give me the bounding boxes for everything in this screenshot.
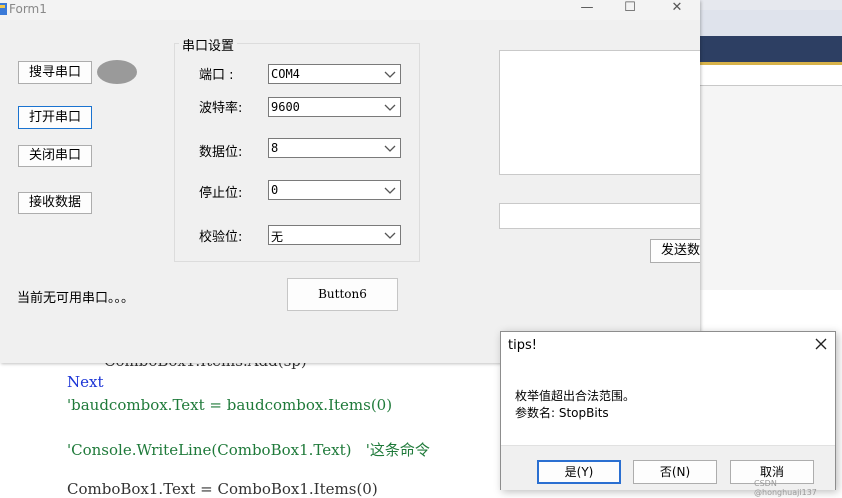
button6[interactable]: Button6 [287, 278, 398, 311]
stop-bits-combobox[interactable]: 0 [268, 180, 401, 200]
ide-background [700, 0, 842, 290]
open-port-button[interactable]: 打开串口 [18, 106, 92, 129]
dialog-message: 枚举值超出合法范围。 [515, 389, 636, 403]
chevron-down-icon [384, 104, 396, 111]
watermark: CSDN @honghuaji137 [754, 479, 817, 497]
search-ports-button[interactable]: 搜寻串口 [18, 61, 92, 84]
data-bits-combobox[interactable]: 8 [268, 138, 401, 158]
yes-button[interactable]: 是(Y) [537, 460, 621, 484]
ide-subheader [700, 65, 842, 86]
code-line: 'Console.WriteLine(ComboBox1.Text) '这条命令 [67, 441, 430, 459]
code-line: 'baudcombox.Text = baudcombox.Items(0) [67, 396, 393, 414]
baud-rate-value: 9600 [271, 100, 300, 114]
close-port-label: 关闭串口 [28, 148, 81, 163]
port-combobox[interactable]: COM4 [268, 64, 401, 84]
port-value: COM4 [271, 67, 300, 81]
receive-data-button[interactable]: 接收数据 [18, 192, 92, 214]
chevron-down-icon [384, 145, 396, 152]
send-textbox[interactable] [499, 203, 700, 229]
receive-textbox[interactable] [499, 50, 700, 175]
chevron-down-icon [384, 71, 396, 78]
baud-rate-combobox[interactable]: 9600 [268, 97, 401, 117]
tips-dialog: tips! 枚举值超出合法范围。 参数名: StopBits 是(Y) 否(N)… [500, 331, 836, 490]
ide-pane [700, 86, 842, 290]
window-title: Form1 [9, 2, 47, 16]
baud-rate-label: 波特率: [199, 101, 243, 116]
app-icon [0, 3, 7, 15]
stop-bits-label: 停止位: [199, 186, 243, 201]
close-port-button[interactable]: 关闭串口 [18, 145, 92, 167]
data-bits-label: 数据位: [199, 145, 243, 160]
chevron-down-icon [384, 232, 396, 239]
data-bits-value: 8 [271, 141, 279, 155]
dialog-title: tips! [508, 338, 537, 353]
form1-window: Form1 — ☐ ✕ 搜寻串口 打开串口 关闭串口 接收数据 串口设置 端口 … [0, 0, 700, 363]
button6-label: Button6 [318, 287, 367, 301]
code-line: Next [67, 373, 104, 391]
maximize-button[interactable]: ☐ [607, 0, 653, 20]
parity-value: 无 [271, 230, 284, 244]
status-message: 当前无可用串口。。。 [17, 291, 135, 306]
send-data-label: 发送数据 [661, 243, 700, 258]
port-status-indicator [97, 60, 137, 84]
search-ports-label: 搜寻串口 [28, 65, 81, 80]
port-label: 端口 : [199, 68, 234, 83]
close-window-button[interactable]: ✕ [654, 0, 700, 20]
groupbox-title: 串口设置 [179, 35, 238, 54]
ide-title-strip [700, 0, 842, 10]
dialog-parameter: 参数名: StopBits [515, 406, 609, 420]
ide-navbar [700, 36, 842, 62]
open-port-label: 打开串口 [28, 110, 81, 125]
chevron-down-icon [384, 187, 396, 194]
ide-menu-strip [700, 10, 842, 36]
code-line: ComboBox1.Text = ComboBox1.Items(0) [67, 480, 378, 498]
receive-data-label: 接收数据 [28, 195, 81, 210]
minimize-button[interactable]: — [564, 0, 610, 20]
no-button[interactable]: 否(N) [633, 460, 717, 484]
close-icon[interactable] [813, 336, 829, 352]
stop-bits-value: 0 [271, 183, 279, 197]
send-data-button[interactable]: 发送数据 [650, 239, 700, 263]
title-bar[interactable]: Form1 — ☐ ✕ [0, 0, 700, 20]
parity-combobox[interactable]: 无 [268, 225, 401, 245]
parity-label: 校验位: [199, 230, 243, 245]
